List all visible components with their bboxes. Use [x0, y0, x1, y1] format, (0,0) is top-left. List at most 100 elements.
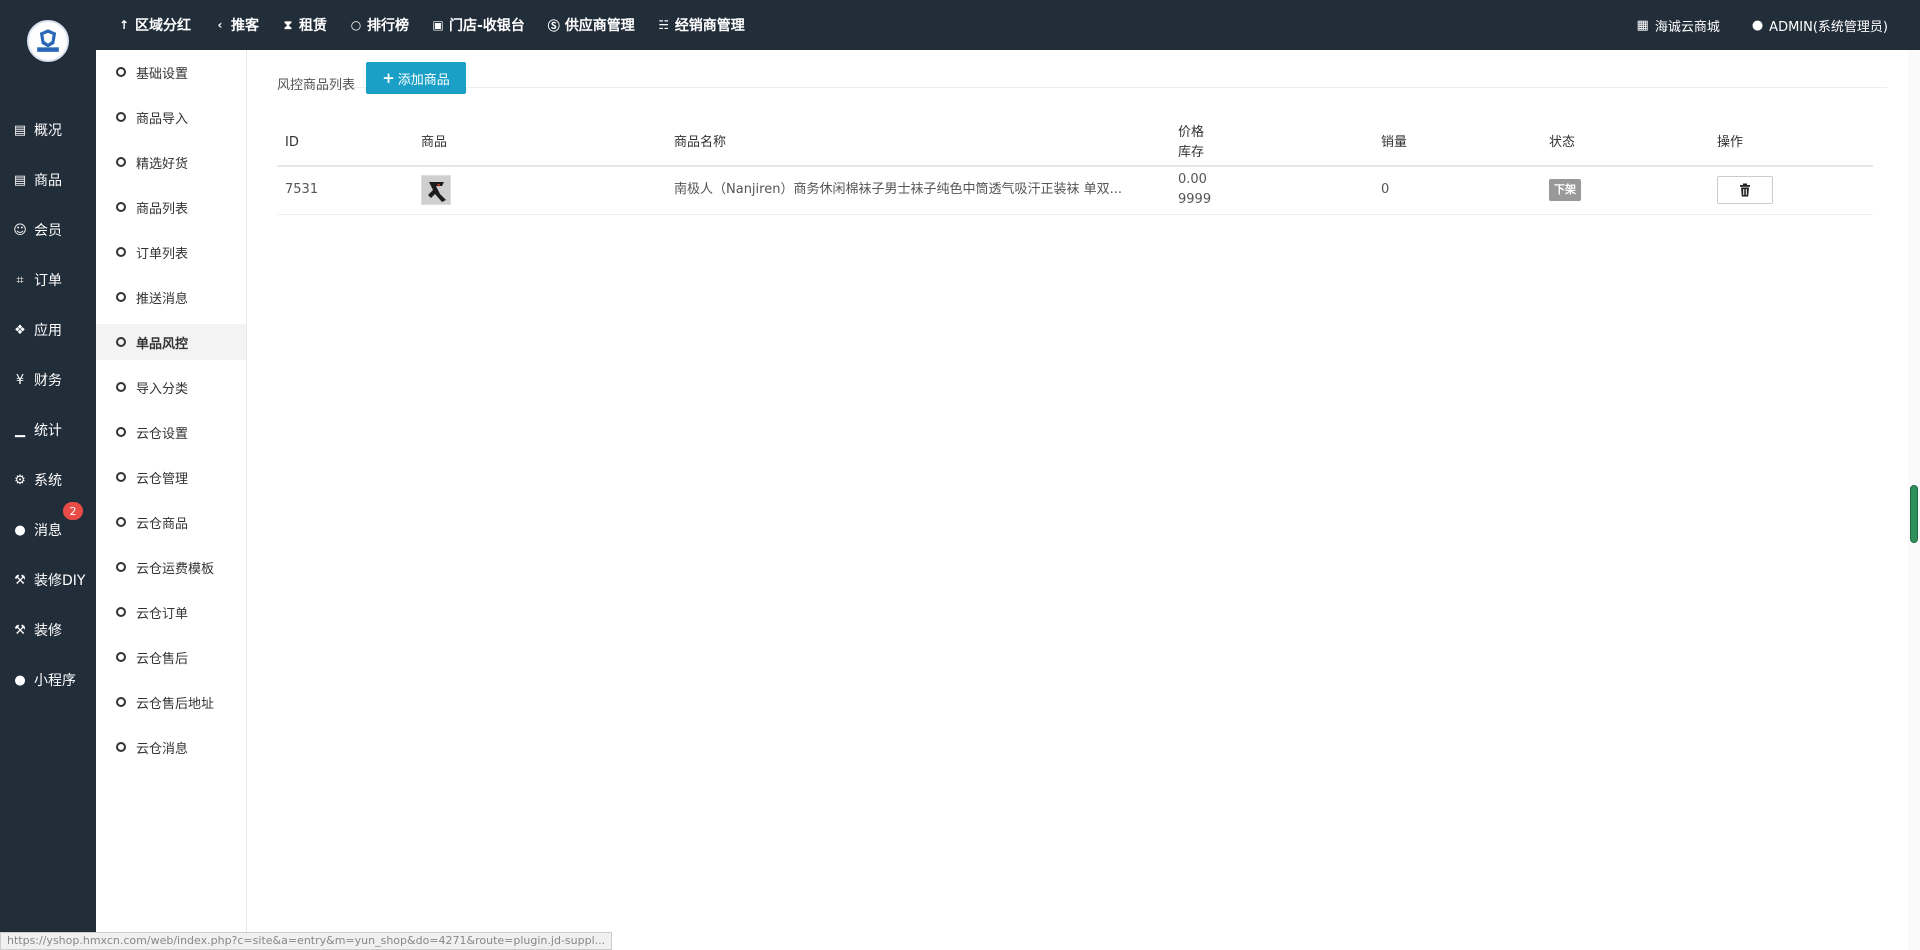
- submenu-item-7[interactable]: 导入分类: [96, 369, 246, 405]
- sidebar-item-decor[interactable]: ⚒ 装修: [0, 605, 96, 655]
- topnav-item-4[interactable]: ▣ 门店-收银台: [431, 15, 525, 35]
- submenu-item-14[interactable]: 云仓售后地址: [96, 684, 246, 720]
- topnav-label: 供应商管理: [564, 18, 635, 34]
- sidebar-item-diy[interactable]: ⚒ 装修DIY: [0, 555, 96, 605]
- submenu-item-label: 精选好货: [136, 156, 189, 172]
- circle-icon: [116, 607, 126, 617]
- sidebar-item-goods[interactable]: ▤ 商品: [0, 155, 96, 205]
- sidebar-item-system[interactable]: ⚙ 系统: [0, 455, 96, 505]
- gavel-icon: ⚒: [14, 622, 26, 638]
- submenu-item-9[interactable]: 云仓管理: [96, 459, 246, 495]
- topnav-label: 门店-收银台: [449, 18, 525, 34]
- submenu-item-label: 基础设置: [136, 66, 189, 82]
- cell-id: 7531: [277, 166, 413, 215]
- circle-icon: [116, 112, 126, 122]
- topnav-label: 经销商管理: [674, 18, 745, 34]
- main-content: 风控商品列表 + 添加商品 ID 商品 商品名称 价格 库存 销量 状态 操作 …: [247, 50, 1907, 950]
- submenu-item-10[interactable]: 云仓商品: [96, 504, 246, 540]
- topnav-item-0[interactable]: ↑ 区域分红: [117, 15, 191, 35]
- circle-icon: [116, 292, 126, 302]
- goods-stock: 9999: [1178, 192, 1212, 208]
- trophy-icon: ↑: [118, 18, 130, 32]
- cart-icon: ⌗: [16, 272, 24, 288]
- submenu-item-label: 商品列表: [136, 201, 189, 217]
- submenu-item-label: 云仓售后地址: [136, 696, 215, 712]
- submenu-item-label: 云仓商品: [136, 516, 189, 532]
- shop-label: 海诚云商城: [1654, 19, 1720, 35]
- goods-name: 南极人（Nanjiren）商务休闲棉袜子男士袜子纯色中筒透气吸汗正装袜 单双..…: [674, 182, 1122, 198]
- scrollbar-thumb[interactable]: [1910, 485, 1918, 543]
- sidebar-item-label: 会员: [34, 223, 62, 239]
- submenu-item-label: 云仓运费模板: [136, 561, 215, 577]
- page-scrollbar[interactable]: [1908, 50, 1920, 950]
- archive-icon: ▤: [13, 122, 27, 138]
- grid-icon: ▦: [1636, 17, 1649, 33]
- topnav-item-5[interactable]: Ⓢ 供应商管理: [547, 15, 635, 35]
- sidebar-item-label: 财务: [34, 373, 62, 389]
- col-price-stock: 价格 库存: [1170, 120, 1373, 167]
- gavel-icon: ⚒: [14, 572, 26, 588]
- submenu-item-label: 单品风控: [136, 336, 189, 352]
- add-goods-button[interactable]: + 添加商品: [366, 62, 466, 94]
- topnav-item-6[interactable]: ☵ 经销商管理: [657, 15, 745, 35]
- trash-icon: [1740, 183, 1750, 197]
- sidebar-item-miniprogram[interactable]: ● 小程序: [0, 655, 96, 705]
- cell-status: 下架: [1541, 166, 1709, 215]
- top-right-menu: ▦ 海诚云商城 ● ADMIN(系统管理员): [1605, 0, 1888, 50]
- submenu-item-13[interactable]: 云仓售后: [96, 639, 246, 675]
- submenu-item-15[interactable]: 云仓消息: [96, 729, 246, 765]
- browser-status-url: https://yshop.hmxcn.com/web/index.php?c=…: [0, 932, 613, 950]
- sidebar-item-label: 统计: [34, 423, 62, 439]
- submenu-item-1[interactable]: 商品导入: [96, 99, 246, 135]
- col-id: ID: [277, 120, 413, 167]
- cell-actions: [1709, 166, 1873, 215]
- submenu-item-6[interactable]: 单品风控: [96, 324, 246, 360]
- sidebar-item-overview[interactable]: ▤ 概况: [0, 105, 96, 155]
- topnav-label: 租赁: [299, 18, 327, 34]
- submenu-item-label: 商品导入: [136, 111, 189, 127]
- col-name: 商品名称: [666, 120, 1170, 167]
- circle-icon: [116, 157, 126, 167]
- shop-switch-link[interactable]: ▦ 海诚云商城: [1637, 16, 1720, 35]
- skype-icon: Ⓢ: [547, 18, 560, 33]
- sidebar-item-apps[interactable]: ❖ 应用: [0, 305, 96, 355]
- sidebar-item-label: 装修DIY: [34, 573, 86, 589]
- sidebar-item-finance[interactable]: ¥ 财务: [0, 355, 96, 405]
- status-badge[interactable]: 下架: [1549, 179, 1581, 202]
- submenu-item-12[interactable]: 云仓订单: [96, 594, 246, 630]
- sidebar-item-members[interactable]: ☺ 会员: [0, 205, 96, 255]
- table-header-row: ID 商品 商品名称 价格 库存 销量 状态 操作: [277, 120, 1873, 167]
- submenu-item-5[interactable]: 推送消息: [96, 279, 246, 315]
- topnav-label: 区域分红: [135, 18, 191, 34]
- cell-thumb: [413, 166, 666, 215]
- circle-icon: [116, 517, 126, 527]
- sidebar-item-stats[interactable]: ▁ 统计: [0, 405, 96, 455]
- topnav-item-3[interactable]: ○ 排行榜: [349, 15, 409, 35]
- sidebar-item-messages[interactable]: ● 消息 2: [0, 502, 96, 555]
- bar-chart-icon: ▁: [15, 422, 25, 438]
- top-navbar: ↑ 区域分红 ‹ 推客 ⧗ 租赁 ○ 排行榜 ▣ 门店-收银台 Ⓢ 供应商管理 ☵ 经销商管理 ▦ 海诚云…: [0, 0, 1920, 50]
- submenu-item-0[interactable]: 基础设置: [96, 54, 246, 90]
- submenu-item-11[interactable]: 云仓运费模板: [96, 549, 246, 585]
- goods-thumbnail[interactable]: [421, 175, 451, 206]
- col-actions: 操作: [1709, 120, 1873, 167]
- topnav-item-2[interactable]: ⧗ 租赁: [281, 15, 327, 35]
- comment-icon: ●: [14, 522, 26, 538]
- cell-name: 南极人（Nanjiren）商务休闲棉袜子男士袜子纯色中筒透气吸汗正装袜 单双..…: [666, 166, 1170, 215]
- main-sidebar: ▤ 概况 ▤ 商品 ☺ 会员 ⌗ 订单 ❖ 应用 ¥ 财务 ▁ 统计 ⚙ 系统 ● 消息 2 ⚒ 装修DIY ⚒ 装修 ● 小程…: [0, 50, 96, 950]
- submenu-item-8[interactable]: 云仓设置: [96, 414, 246, 450]
- submenu-item-label: 云仓设置: [136, 426, 189, 442]
- submenu-item-2[interactable]: 精选好货: [96, 144, 246, 180]
- topnav-item-1[interactable]: ‹ 推客: [213, 15, 259, 35]
- circle-icon: [116, 562, 126, 572]
- submenu-item-4[interactable]: 订单列表: [96, 234, 246, 270]
- submenu-item-3[interactable]: 商品列表: [96, 189, 246, 225]
- brand-logo[interactable]: [27, 20, 69, 62]
- user-menu[interactable]: ● ADMIN(系统管理员): [1752, 16, 1888, 35]
- submenu-item-label: 订单列表: [136, 246, 189, 262]
- submenu-item-label: 云仓售后: [136, 651, 189, 667]
- goods-price: 0.00: [1178, 172, 1207, 188]
- sidebar-item-orders[interactable]: ⌗ 订单: [0, 255, 96, 305]
- delete-button[interactable]: [1717, 176, 1773, 205]
- sidebar-item-label: 消息: [34, 523, 62, 539]
